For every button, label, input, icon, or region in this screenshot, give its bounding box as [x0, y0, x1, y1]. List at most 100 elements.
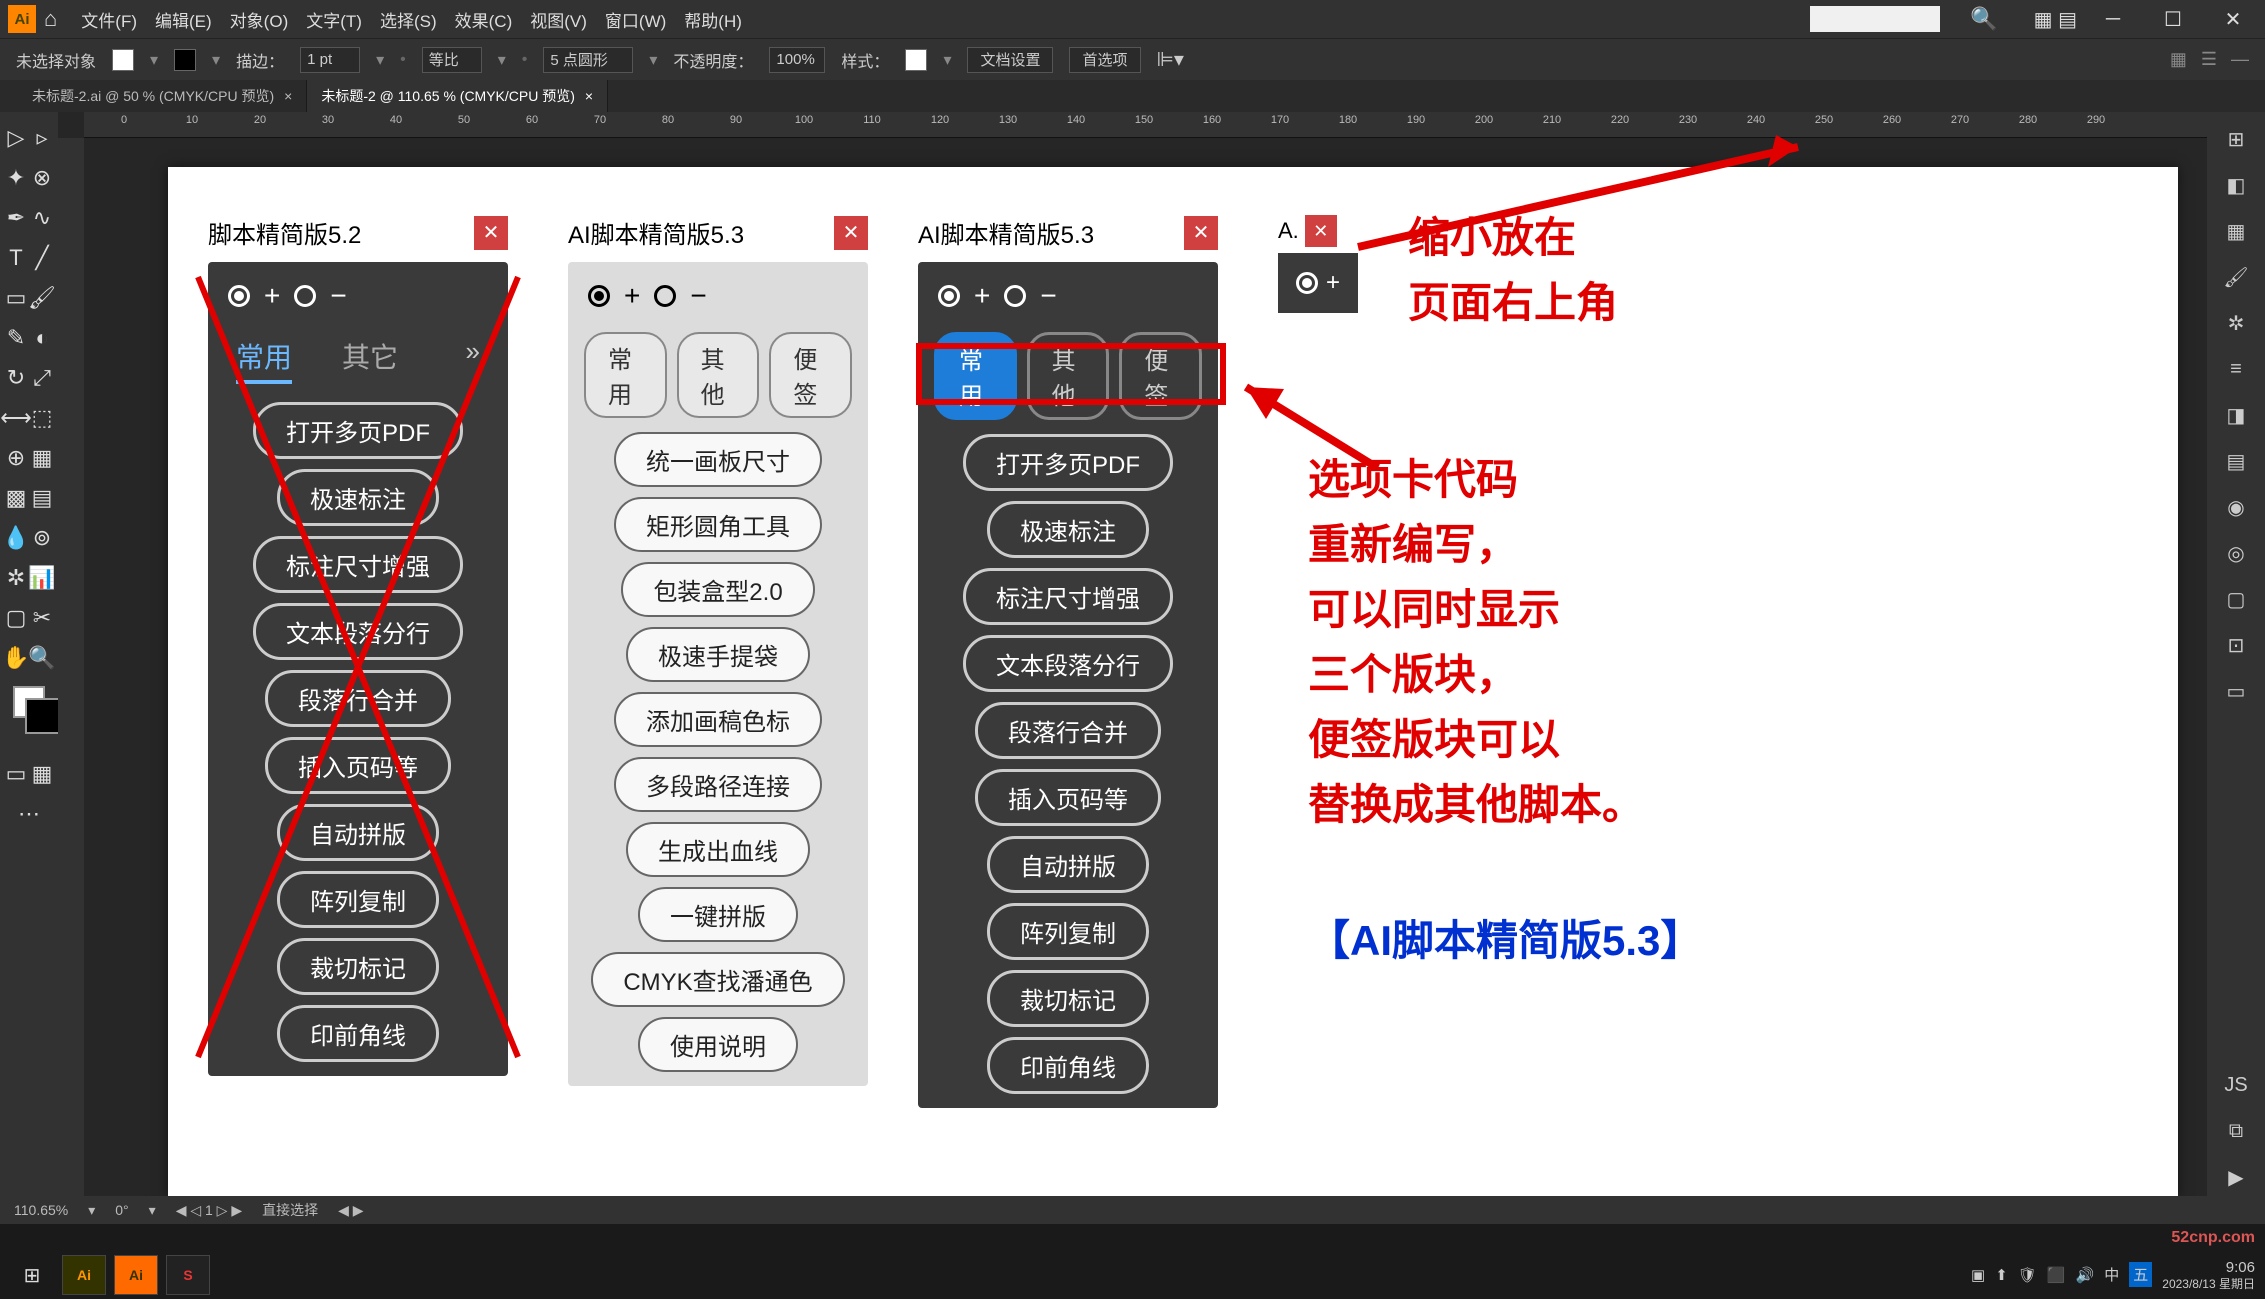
- script-button[interactable]: 裁切标记: [987, 970, 1149, 1027]
- script-button[interactable]: 印前角线: [277, 1005, 439, 1062]
- script-button[interactable]: 标注尺寸增强: [253, 536, 463, 593]
- maximize-button[interactable]: ☐: [2149, 4, 2197, 34]
- script-button[interactable]: 印前角线: [987, 1037, 1149, 1094]
- rect-tool[interactable]: ▭: [4, 280, 28, 316]
- brush-input[interactable]: [543, 47, 633, 73]
- clock-time[interactable]: 9:06: [2162, 1259, 2255, 1277]
- fill-swatch[interactable]: [112, 49, 134, 71]
- panel-properties-icon[interactable]: ⊞: [2216, 120, 2256, 158]
- zoom-level[interactable]: 110.65%: [14, 1202, 68, 1218]
- brush-tool[interactable]: 🖌: [30, 280, 54, 316]
- script-button[interactable]: 插入页码等: [975, 769, 1161, 826]
- free-transform-tool[interactable]: ⬚: [30, 400, 54, 436]
- close-icon[interactable]: ✕: [1305, 215, 1337, 247]
- zoom-tool[interactable]: 🔍: [30, 640, 54, 676]
- menu-view[interactable]: 视图(V): [530, 7, 587, 32]
- grid-icon[interactable]: ▦: [2170, 49, 2187, 70]
- radio-1[interactable]: [588, 285, 610, 307]
- lasso-tool[interactable]: ⊗: [30, 160, 54, 196]
- tray-lang-icon[interactable]: 五: [2129, 1262, 2152, 1287]
- panel-play-icon[interactable]: ▶: [2216, 1158, 2256, 1196]
- tray-icon[interactable]: 🛡: [2018, 1266, 2037, 1284]
- hand-tool[interactable]: ✋: [4, 640, 28, 676]
- tray-volume-icon[interactable]: 🔊: [2076, 1266, 2095, 1284]
- selection-tool[interactable]: ▷: [4, 120, 28, 156]
- align-icon[interactable]: ⊫▾: [1157, 47, 1184, 72]
- perspective-tool[interactable]: ▦: [30, 440, 54, 476]
- panel-graphic-styles-icon[interactable]: ◎: [2216, 534, 2256, 572]
- script-button[interactable]: 使用说明: [638, 1017, 798, 1072]
- script-button[interactable]: 段落行合并: [975, 702, 1161, 759]
- script-button[interactable]: 标注尺寸增强: [963, 568, 1173, 625]
- tab-common[interactable]: 常用: [236, 336, 292, 384]
- script-button[interactable]: 包装盒型2.0: [621, 562, 814, 617]
- curve-tool[interactable]: ∿: [30, 200, 54, 236]
- panel-transparency-icon[interactable]: ▤: [2216, 442, 2256, 480]
- panel-swatches-icon[interactable]: ▦: [2216, 212, 2256, 250]
- script-button[interactable]: 极速手提袋: [626, 627, 810, 682]
- shape-builder-tool[interactable]: ⊕: [4, 440, 28, 476]
- pen-tool[interactable]: ✒: [4, 200, 28, 236]
- script-button[interactable]: 阵列复制: [987, 903, 1149, 960]
- artboard-tool[interactable]: ▢: [4, 600, 28, 636]
- panel-appearance-icon[interactable]: ◉: [2216, 488, 2256, 526]
- dash-icon[interactable]: —: [2231, 49, 2249, 70]
- panel-asset-icon[interactable]: ⊡: [2216, 626, 2256, 664]
- tray-icon[interactable]: ▣: [1971, 1266, 1985, 1284]
- panel-gradient-icon[interactable]: ◨: [2216, 396, 2256, 434]
- width-tool[interactable]: ⟷: [4, 400, 28, 436]
- slice-tool[interactable]: ✂: [30, 600, 54, 636]
- menu-help[interactable]: 帮助(H): [684, 7, 742, 32]
- artboard-nav[interactable]: ◀ ◁ 1 ▷ ▶: [176, 1202, 242, 1219]
- menu-window[interactable]: 窗口(W): [605, 7, 666, 32]
- radio-light[interactable]: [1004, 285, 1026, 307]
- type-tool[interactable]: T: [4, 240, 28, 276]
- edit-mode[interactable]: ▦: [30, 756, 54, 792]
- menu-edit[interactable]: 编辑(E): [155, 7, 212, 32]
- script-button[interactable]: 打开多页PDF: [253, 402, 463, 459]
- graph-tool[interactable]: 📊: [30, 560, 54, 596]
- script-button[interactable]: 插入页码等: [265, 737, 451, 794]
- script-button[interactable]: 一键拼版: [638, 887, 798, 942]
- doc-tab-1[interactable]: 未标题-2.ai @ 50 % (CMYK/CPU 预览)×: [18, 80, 307, 112]
- gradient-tool[interactable]: ▤: [30, 480, 54, 516]
- script-button[interactable]: 生成出血线: [626, 822, 810, 877]
- radio-dark[interactable]: [938, 285, 960, 307]
- script-button[interactable]: 添加画稿色标: [614, 692, 822, 747]
- taskbar-app-s[interactable]: S: [166, 1255, 210, 1295]
- tab-common[interactable]: 常用: [584, 332, 667, 418]
- close-icon[interactable]: ✕: [834, 216, 868, 250]
- rotate-tool[interactable]: ↻: [4, 360, 28, 396]
- stroke-swatch[interactable]: [174, 49, 196, 71]
- script-button[interactable]: 自动拼版: [987, 836, 1149, 893]
- panel-layers-icon[interactable]: ▢: [2216, 580, 2256, 618]
- minimize-button[interactable]: ─: [2089, 4, 2137, 34]
- stroke-weight-input[interactable]: [300, 47, 360, 73]
- script-button[interactable]: 文本段落分行: [253, 603, 463, 660]
- symbol-tool[interactable]: ✲: [4, 560, 28, 596]
- tray-icon[interactable]: ⬆: [1995, 1266, 2008, 1284]
- panel-stroke-icon[interactable]: ≡: [2216, 350, 2256, 388]
- script-button[interactable]: 极速标注: [987, 501, 1149, 558]
- home-icon[interactable]: ⌂: [44, 6, 57, 32]
- close-icon[interactable]: ✕: [474, 216, 508, 250]
- chevron-right-icon[interactable]: »: [466, 336, 480, 384]
- wand-tool[interactable]: ✦: [4, 160, 28, 196]
- direct-select-tool[interactable]: ▹: [30, 120, 54, 156]
- menu-effect[interactable]: 效果(C): [455, 7, 513, 32]
- panel-libraries-icon[interactable]: JS: [2216, 1066, 2256, 1104]
- radio-dark[interactable]: [228, 285, 250, 307]
- start-button[interactable]: ⊞: [10, 1255, 54, 1295]
- eyedropper-tool[interactable]: 💧: [4, 520, 28, 556]
- tab-notes[interactable]: 便签: [769, 332, 852, 418]
- script-button[interactable]: 极速标注: [277, 469, 439, 526]
- workspace-switcher-icon[interactable]: ▦ ▤: [2034, 7, 2077, 32]
- script-button[interactable]: 阵列复制: [277, 871, 439, 928]
- radio-light[interactable]: [294, 285, 316, 307]
- list-icon[interactable]: ☰: [2201, 49, 2217, 70]
- menu-file[interactable]: 文件(F): [81, 7, 137, 32]
- tray-icon[interactable]: ⬛: [2047, 1266, 2066, 1284]
- radio-2[interactable]: [654, 285, 676, 307]
- script-button[interactable]: 裁切标记: [277, 938, 439, 995]
- rotation[interactable]: 0°: [115, 1202, 128, 1218]
